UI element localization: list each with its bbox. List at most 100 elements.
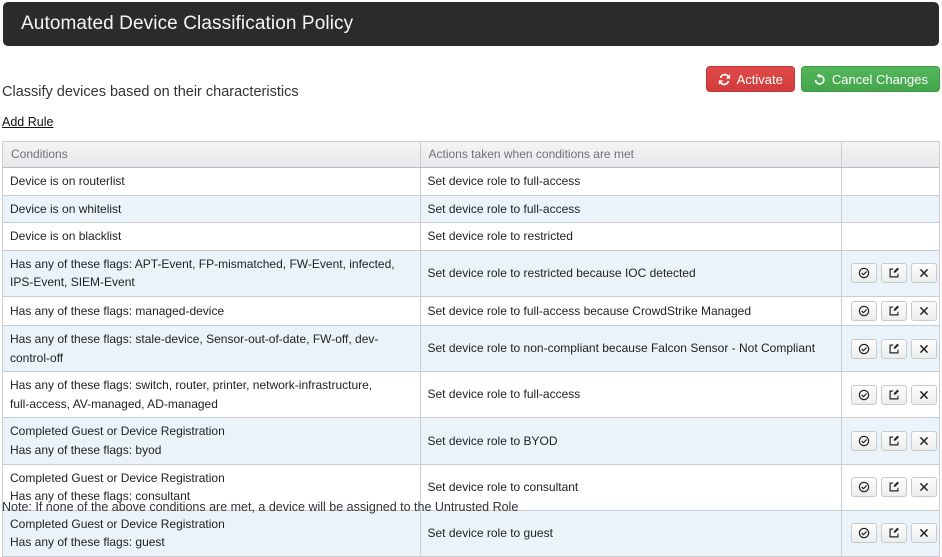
undo-circle-icon xyxy=(813,73,826,86)
enable-toggle-button[interactable] xyxy=(851,385,877,405)
row-condition-line: Completed Guest or Device Registration xyxy=(10,515,413,534)
row-action-cell: Set device role to restricted because IO… xyxy=(420,250,841,296)
delete-button[interactable] xyxy=(911,431,937,451)
column-header-conditions: Conditions xyxy=(3,142,420,168)
edit-icon xyxy=(888,481,900,493)
enable-toggle-button[interactable] xyxy=(851,523,877,543)
row-controls-cell xyxy=(841,223,939,251)
row-action-text: Set device role to full-access because C… xyxy=(428,302,834,321)
edit-button[interactable] xyxy=(881,339,907,359)
row-action-cell: Set device role to full-access because C… xyxy=(420,296,841,325)
edit-button[interactable] xyxy=(881,431,907,451)
page-title: Automated Device Classification Policy xyxy=(3,13,353,35)
delete-button[interactable] xyxy=(911,263,937,283)
table-row: Device is on blacklist Set device role t… xyxy=(3,223,939,251)
row-condition-line: IPS-Event, SIEM-Event xyxy=(10,273,413,292)
enable-toggle-icon xyxy=(858,481,870,493)
table-row: Device is on routerlist Set device role … xyxy=(3,168,939,196)
rules-table-header: Conditions Actions taken when conditions… xyxy=(3,142,939,168)
row-action-text: Set device role to BYOD xyxy=(428,432,834,451)
edit-icon xyxy=(888,267,900,279)
edit-button[interactable] xyxy=(881,263,907,283)
enable-toggle-icon xyxy=(858,267,870,279)
row-condition-line: Completed Guest or Device Registration xyxy=(10,469,413,488)
row-condition-line: Has any of these flags: APT-Event, FP-mi… xyxy=(10,255,413,274)
row-conditions-cell: Has any of these flags: switch, router, … xyxy=(3,372,420,418)
delete-button[interactable] xyxy=(911,301,937,321)
enable-toggle-icon xyxy=(858,389,870,401)
rules-table-body: Device is on routerlist Set device role … xyxy=(3,168,939,556)
row-conditions-cell: Has any of these flags: stale-device, Se… xyxy=(3,325,420,371)
row-condition-line: Device is on whitelist xyxy=(10,200,413,219)
row-conditions-cell: Device is on routerlist xyxy=(3,168,420,196)
row-condition-line: Device is on routerlist xyxy=(10,172,413,191)
delete-icon xyxy=(918,435,930,447)
row-action-cell: Set device role to guest xyxy=(420,510,841,556)
row-controls-cell xyxy=(841,325,939,371)
edit-button[interactable] xyxy=(881,523,907,543)
row-condition-line: full-access, AV-managed, AD-managed xyxy=(10,395,413,414)
refresh-icon xyxy=(718,73,731,86)
activate-button-label: Activate xyxy=(737,73,783,86)
delete-icon xyxy=(918,389,930,401)
row-condition-line: Has any of these flags: byod xyxy=(10,441,413,460)
policy-page: Automated Device Classification Policy A… xyxy=(0,0,942,538)
rules-table-container: Conditions Actions taken when conditions… xyxy=(2,141,940,557)
row-action-cell: Set device role to non-compliant because… xyxy=(420,325,841,371)
enable-toggle-button[interactable] xyxy=(851,431,877,451)
row-condition-line: Has any of these flags: stale-device, Se… xyxy=(10,330,413,349)
row-controls-cell xyxy=(841,296,939,325)
table-row: Has any of these flags: stale-device, Se… xyxy=(3,325,939,371)
table-row: Device is on whitelist Set device role t… xyxy=(3,195,939,223)
cancel-changes-button[interactable]: Cancel Changes xyxy=(801,66,940,92)
table-row: Completed Guest or Device RegistrationHa… xyxy=(3,510,939,556)
enable-toggle-icon xyxy=(858,435,870,447)
row-conditions-cell: Completed Guest or Device RegistrationHa… xyxy=(3,510,420,556)
row-action-cell: Set device role to full-access xyxy=(420,195,841,223)
row-controls-cell xyxy=(841,372,939,418)
edit-icon xyxy=(888,343,900,355)
row-conditions-cell: Has any of these flags: managed-device xyxy=(3,296,420,325)
row-conditions-cell: Has any of these flags: APT-Event, FP-mi… xyxy=(3,250,420,296)
row-action-text: Set device role to full-access xyxy=(428,200,834,219)
table-row: Has any of these flags: switch, router, … xyxy=(3,372,939,418)
enable-toggle-button[interactable] xyxy=(851,477,877,497)
row-action-text: Set device role to guest xyxy=(428,524,834,543)
row-action-text: Set device role to full-access xyxy=(428,172,834,191)
row-action-cell: Set device role to full-access xyxy=(420,168,841,196)
add-rule-link[interactable]: Add Rule xyxy=(2,115,53,129)
table-header-row: Conditions Actions taken when conditions… xyxy=(3,142,939,168)
column-header-row-controls xyxy=(841,142,939,168)
row-conditions-cell: Device is on whitelist xyxy=(3,195,420,223)
edit-button[interactable] xyxy=(881,385,907,405)
row-action-text: Set device role to full-access xyxy=(428,385,834,404)
delete-icon xyxy=(918,481,930,493)
enable-toggle-button[interactable] xyxy=(851,339,877,359)
edit-button[interactable] xyxy=(881,301,907,321)
delete-button[interactable] xyxy=(911,385,937,405)
edit-icon xyxy=(888,435,900,447)
row-conditions-cell: Device is on blacklist xyxy=(3,223,420,251)
row-condition-line: Completed Guest or Device Registration xyxy=(10,422,413,441)
row-action-text: Set device role to restricted xyxy=(428,227,834,246)
enable-toggle-icon xyxy=(858,343,870,355)
row-condition-line: Has any of these flags: switch, router, … xyxy=(10,376,413,395)
row-condition-line: Has any of these flags: managed-device xyxy=(10,302,413,321)
table-row: Has any of these flags: managed-device S… xyxy=(3,296,939,325)
delete-button[interactable] xyxy=(911,477,937,497)
page-description: Classify devices based on their characte… xyxy=(2,84,299,100)
row-action-text: Set device role to restricted because IO… xyxy=(428,264,834,283)
row-condition-line: Has any of these flags: guest xyxy=(10,533,413,552)
activate-button[interactable]: Activate xyxy=(706,66,795,92)
row-action-cell: Set device role to BYOD xyxy=(420,418,841,464)
rules-table: Conditions Actions taken when conditions… xyxy=(3,142,939,556)
row-controls-cell xyxy=(841,464,939,510)
edit-button[interactable] xyxy=(881,477,907,497)
enable-toggle-button[interactable] xyxy=(851,263,877,283)
delete-button[interactable] xyxy=(911,523,937,543)
enable-toggle-button[interactable] xyxy=(851,301,877,321)
delete-button[interactable] xyxy=(911,339,937,359)
delete-icon xyxy=(918,305,930,317)
row-controls-cell xyxy=(841,418,939,464)
row-action-text: Set device role to consultant xyxy=(428,478,834,497)
